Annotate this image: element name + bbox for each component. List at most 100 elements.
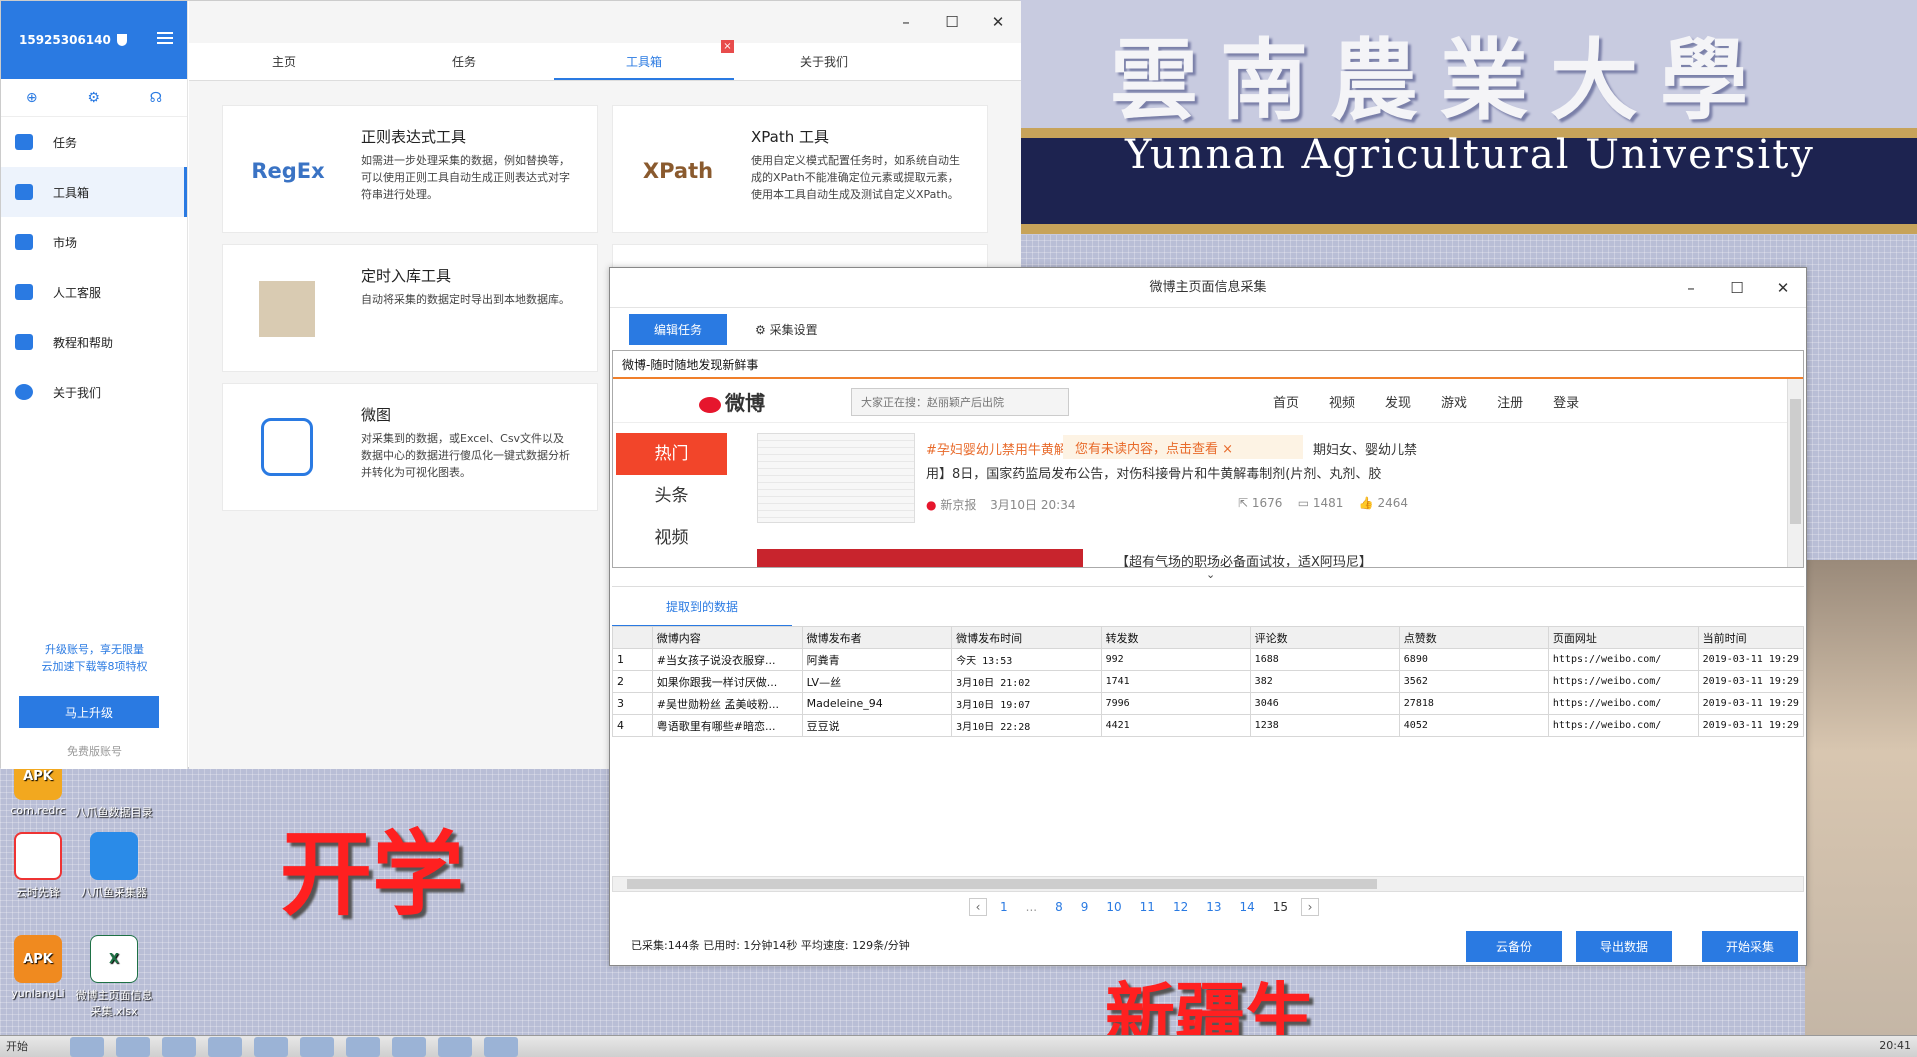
- post-image[interactable]: [757, 549, 1083, 567]
- nav-register[interactable]: 注册: [1497, 392, 1523, 411]
- headset-icon[interactable]: ☊: [150, 90, 162, 106]
- taskbar-item[interactable]: [116, 1036, 150, 1057]
- post-hashtag[interactable]: #孕妇婴幼儿禁用牛黄解: [926, 439, 1067, 458]
- tab-extracted-data[interactable]: 提取到的数据: [612, 587, 792, 627]
- tool-card-scheduler[interactable]: 定时入库工具 自动将采集的数据定时导出到本地数据库。: [222, 244, 598, 372]
- menu-icon[interactable]: [157, 32, 173, 44]
- cloud-backup-button[interactable]: 云备份: [1466, 931, 1562, 962]
- column-header[interactable]: 评论数: [1249, 626, 1400, 649]
- tool-card-chart[interactable]: 微图 对采集到的数据，或Excel、Csv文件以及数据中心的数据进行傻瓜化一键式…: [222, 383, 598, 511]
- taskbar-item[interactable]: [254, 1036, 288, 1057]
- nav-discover[interactable]: 发现: [1385, 392, 1411, 411]
- page-link[interactable]: 13: [1206, 900, 1221, 914]
- minimize-icon[interactable]: –: [883, 1, 929, 43]
- column-header[interactable]: [612, 626, 653, 649]
- tool-card-regex[interactable]: RegEx 正则表达式工具 如需进一步处理采集的数据，例如替换等，可以使用正则工…: [222, 105, 598, 233]
- column-header[interactable]: 页面网址: [1547, 626, 1699, 649]
- close-icon[interactable]: ✕: [1760, 268, 1806, 308]
- page-link[interactable]: 8: [1055, 900, 1063, 914]
- start-collect-button[interactable]: 开始采集: [1702, 931, 1798, 962]
- tab-home[interactable]: 主页: [194, 43, 374, 80]
- page-link[interactable]: 1: [1000, 900, 1008, 914]
- sidebar-item-about[interactable]: 关于我们: [1, 367, 187, 417]
- close-icon[interactable]: ×: [721, 40, 734, 53]
- page-link[interactable]: 9: [1081, 900, 1089, 914]
- post-thumbnail[interactable]: [757, 433, 915, 523]
- gear-icon[interactable]: ⚙: [87, 90, 100, 106]
- page-link[interactable]: 12: [1173, 900, 1188, 914]
- chevron-down-icon[interactable]: ⌄: [1206, 568, 1215, 581]
- taskbar-item[interactable]: [162, 1036, 196, 1057]
- column-header[interactable]: 微博内容: [651, 626, 803, 649]
- upgrade-button[interactable]: 马上升级: [19, 696, 159, 728]
- like-icon[interactable]: 👍: [1359, 496, 1374, 510]
- taskbar-item[interactable]: [392, 1036, 426, 1057]
- nav-video[interactable]: 视频: [1329, 392, 1355, 411]
- table-horizontal-scrollbar[interactable]: [612, 876, 1804, 892]
- taskbar-item[interactable]: [438, 1036, 472, 1057]
- browser-scrollbar[interactable]: [1787, 379, 1803, 567]
- sidebar-item-support[interactable]: 人工客服: [1, 267, 187, 317]
- table-row[interactable]: 2 如果你跟我一样讨厌做... LV—丝 3月10日 21:02 1741 38…: [612, 670, 1804, 693]
- repost-icon[interactable]: ⇱: [1238, 496, 1248, 510]
- table-row[interactable]: 1 #当女孩子说没衣服穿... 阿粪青 今天 13:53 992 1688 68…: [612, 648, 1804, 671]
- desktop-icon[interactable]: X 微博主页面信息采集.xlsx: [74, 935, 154, 1019]
- column-header[interactable]: 点赞数: [1398, 626, 1549, 649]
- sidebar-item-market[interactable]: 市场: [1, 217, 187, 267]
- weibo-search-input[interactable]: [851, 388, 1069, 416]
- table-row[interactable]: 4 粤语歌里有哪些#暗恋... 豆豆说 3月10日 22:28 4421 123…: [612, 714, 1804, 737]
- column-header[interactable]: 微博发布时间: [951, 626, 1102, 649]
- export-data-button[interactable]: 导出数据: [1576, 931, 1672, 962]
- nav-games[interactable]: 游戏: [1441, 392, 1467, 411]
- next-post-text[interactable]: 【超有气场的职场必备面试妆，适X阿玛尼】: [1116, 551, 1372, 567]
- minimize-icon[interactable]: –: [1668, 268, 1714, 308]
- sidebar-item-toolbox[interactable]: 工具箱: [1, 167, 187, 217]
- column-header[interactable]: 微博发布者: [801, 626, 953, 649]
- column-header[interactable]: 转发数: [1100, 626, 1251, 649]
- tab-about[interactable]: 关于我们: [734, 43, 914, 80]
- page-link[interactable]: 11: [1140, 900, 1155, 914]
- desktop-icon[interactable]: 八爪鱼采集器: [74, 832, 154, 900]
- post-source[interactable]: 新京报: [940, 498, 976, 512]
- desktop-icon[interactable]: APK yunlangLi: [0, 935, 78, 1000]
- nav-home[interactable]: 首页: [1273, 392, 1299, 411]
- post-stats: ⇱ 1676 ▭ 1481 👍 2464: [1238, 496, 1408, 510]
- taskbar-item[interactable]: [300, 1036, 334, 1057]
- next-page-button[interactable]: ›: [1301, 898, 1320, 916]
- maximize-icon[interactable]: ☐: [929, 1, 975, 43]
- taskbar-clock[interactable]: 20:41: [1879, 1039, 1911, 1052]
- weibo-logo[interactable]: 微博: [699, 387, 765, 416]
- taskbar-item[interactable]: [484, 1036, 518, 1057]
- embedded-browser[interactable]: 微博-随时随地发现新鲜事 微博 首页 视频 发现 游戏 注册 登录 热门 头条 …: [612, 350, 1804, 568]
- prev-page-button[interactable]: ‹: [969, 898, 987, 916]
- taskbar-item[interactable]: [346, 1036, 380, 1057]
- tool-card-xpath[interactable]: XPath XPath 工具 使用自定义模式配置任务时，如系统自动生成的XPat…: [612, 105, 988, 233]
- add-task-icon[interactable]: ⊕: [26, 90, 38, 106]
- start-button[interactable]: 开始: [0, 1036, 70, 1057]
- taskbar-item[interactable]: [208, 1036, 242, 1057]
- tab-toolbox[interactable]: 工具箱 ×: [554, 40, 734, 80]
- scroll-thumb[interactable]: [1790, 399, 1801, 524]
- comment-icon[interactable]: ▭: [1298, 496, 1309, 510]
- scroll-thumb[interactable]: [627, 879, 1377, 889]
- desktop-icon[interactable]: 云时先锋: [0, 832, 78, 900]
- table-row[interactable]: 3 #吴世勋粉丝 孟美岐粉... Madeleine_94 3月10日 19:0…: [612, 692, 1804, 715]
- sidebar-item-help[interactable]: 教程和帮助: [1, 317, 187, 367]
- upgrade-promo[interactable]: 升级账号，享无限量 云加速下载等8项特权: [1, 641, 188, 675]
- page-current[interactable]: 15: [1273, 900, 1288, 914]
- tab-tasks[interactable]: 任务: [374, 43, 554, 80]
- sidebar-item-tasks[interactable]: 任务: [1, 117, 187, 167]
- taskbar-item[interactable]: [70, 1036, 104, 1057]
- side-hot[interactable]: 热门: [616, 433, 727, 475]
- edit-task-button[interactable]: 编辑任务: [629, 313, 727, 345]
- unread-notice[interactable]: 您有未读内容，点击查看 ×: [1063, 435, 1303, 459]
- side-headlines[interactable]: 头条: [616, 475, 727, 517]
- close-icon[interactable]: ✕: [975, 1, 1021, 43]
- page-link[interactable]: 14: [1240, 900, 1255, 914]
- column-header[interactable]: 当前时间: [1697, 626, 1804, 649]
- nav-login[interactable]: 登录: [1553, 392, 1579, 411]
- side-video[interactable]: 视频: [616, 517, 727, 559]
- collect-settings-button[interactable]: ⚙ 采集设置: [755, 321, 818, 338]
- maximize-icon[interactable]: ☐: [1714, 268, 1760, 308]
- page-link[interactable]: 10: [1106, 900, 1121, 914]
